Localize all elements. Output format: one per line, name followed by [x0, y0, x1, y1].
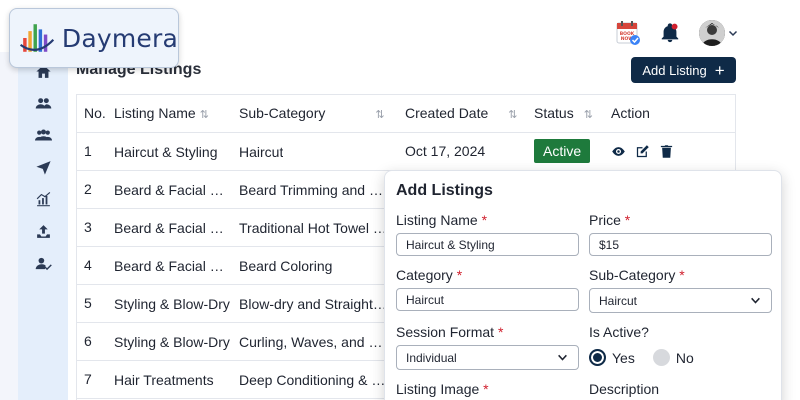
cell-no: 5	[77, 284, 107, 323]
header-sub-category[interactable]: Sub-Category ⇅	[232, 95, 398, 133]
view-eye-icon[interactable]	[611, 144, 626, 159]
cell-listing-name: Hair Treatments	[107, 360, 232, 399]
sidebar-item-user-verify[interactable]	[29, 254, 57, 273]
add-listing-button[interactable]: Add Listing +	[631, 57, 736, 83]
edit-icon[interactable]	[635, 144, 650, 159]
header-action: Action	[604, 95, 735, 133]
cell-no: 4	[77, 246, 107, 285]
cell-listing-name: Beard & Facial Gr...	[107, 208, 232, 247]
cell-no: 7	[77, 360, 107, 399]
header-created-date[interactable]: Created Date ⇅	[398, 95, 527, 133]
price-input[interactable]: $15	[589, 233, 772, 256]
user-menu[interactable]	[699, 20, 738, 46]
logo-mark-icon	[19, 24, 55, 52]
is-active-radio-group: Yes No	[589, 349, 694, 366]
yes-radio[interactable]	[589, 349, 606, 366]
cell-no: 2	[77, 170, 107, 209]
cell-sub-category: Traditional Hot Towel S...	[232, 208, 398, 247]
cell-listing-name: Haircut & Styling	[107, 132, 232, 171]
no-label: No	[675, 349, 694, 366]
notification-bell-icon[interactable]	[659, 22, 681, 44]
session-format-label: Session Format *	[396, 324, 504, 340]
cell-listing-name: Styling & Blow-Dry	[107, 322, 232, 361]
cell-no: 6	[77, 322, 107, 361]
sort-icon[interactable]: ⇅	[375, 109, 384, 121]
sort-icon[interactable]: ⇅	[584, 109, 593, 121]
cell-listing-name: Beard & Facial Gr...	[107, 170, 232, 209]
booking-calendar-icon[interactable]: BOOK NOW	[615, 20, 641, 46]
sub-category-select[interactable]: Haircut	[589, 288, 772, 313]
sidebar-item-users[interactable]	[29, 94, 57, 113]
cell-no: 1	[77, 132, 107, 171]
cell-created-date: Oct 17, 2024	[398, 132, 527, 171]
table-row: 1 Haircut & Styling Haircut Oct 17, 2024…	[77, 132, 735, 171]
cell-no: 3	[77, 208, 107, 247]
header-listing-name[interactable]: Listing Name ⇅	[107, 95, 232, 133]
cell-sub-category: Blow-dry and Straighten...	[232, 284, 398, 323]
send-icon	[35, 161, 51, 175]
logo: Daymera	[9, 8, 179, 68]
cell-sub-category: Beard Trimming and Sty...	[232, 170, 398, 209]
listing-name-label: Listing Name *	[396, 212, 488, 228]
cell-sub-category: Deep Conditioning & Sc...	[232, 360, 398, 399]
category-input[interactable]: Haircut	[396, 288, 579, 311]
listing-image-label: Listing Image *	[396, 381, 489, 397]
analytics-icon	[36, 191, 50, 207]
table-header-row: No. Listing Name ⇅ Sub-Category ⇅ Created …	[77, 95, 735, 133]
cell-listing-name: Styling & Blow-Dry	[107, 284, 232, 323]
session-format-value: Individual	[406, 350, 457, 365]
category-label: Category *	[396, 267, 463, 283]
user-check-icon	[35, 257, 52, 271]
cell-actions	[604, 132, 735, 171]
app-name: Daymera	[61, 23, 178, 53]
sort-icon[interactable]: ⇅	[508, 109, 517, 121]
add-listing-modal: Add Listings Listing Name * Haircut & St…	[384, 170, 782, 400]
is-active-label: Is Active?	[589, 324, 649, 340]
no-radio[interactable]	[652, 349, 670, 366]
plus-icon: +	[714, 60, 725, 80]
yes-label: Yes	[612, 349, 635, 366]
cell-sub-category: Curling, Waves, and Spe...	[232, 322, 398, 361]
sort-icon[interactable]: ⇅	[200, 109, 209, 121]
users-icon	[35, 98, 51, 109]
sub-category-label: Sub-Category *	[589, 267, 685, 283]
header-status[interactable]: Status ⇅	[527, 95, 604, 133]
chevron-down-icon	[751, 297, 760, 304]
modal-title: Add Listings	[396, 182, 493, 199]
sidebar	[18, 52, 68, 400]
delete-trash-icon[interactable]	[659, 144, 674, 159]
top-icons: BOOK NOW	[615, 20, 738, 46]
chevron-down-icon	[558, 354, 567, 361]
cell-sub-category: Beard Coloring	[232, 246, 398, 285]
cell-sub-category: Haircut	[232, 132, 398, 171]
chevron-down-icon	[728, 30, 738, 37]
avatar	[699, 20, 725, 46]
cell-status: Active	[527, 132, 604, 171]
session-format-select[interactable]: Individual	[396, 345, 579, 370]
header-no: No.	[77, 95, 107, 133]
group-icon	[34, 129, 52, 141]
sidebar-item-upload[interactable]	[29, 222, 57, 241]
sidebar-item-analytics[interactable]	[29, 190, 57, 209]
sidebar-item-groups[interactable]	[29, 126, 57, 145]
price-label: Price *	[589, 212, 631, 228]
description-label: Description	[589, 381, 660, 397]
sidebar-item-campaigns[interactable]	[29, 158, 57, 177]
upload-icon	[36, 225, 50, 238]
cell-listing-name: Beard & Facial Gr...	[107, 246, 232, 285]
add-listing-label: Add Listing	[642, 62, 707, 78]
listing-name-input[interactable]: Haircut & Styling	[396, 233, 579, 256]
sub-category-value: Haircut	[599, 293, 638, 308]
status-badge: Active	[534, 139, 591, 163]
